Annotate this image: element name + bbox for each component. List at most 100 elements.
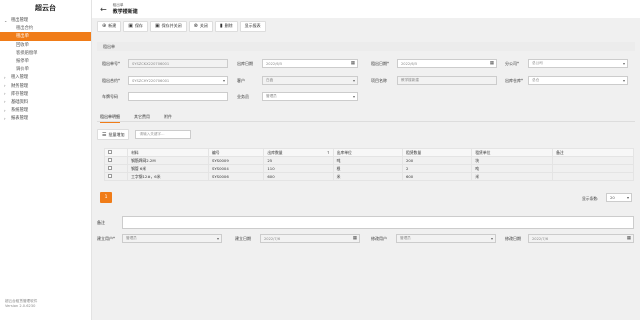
row-select-cell[interactable] <box>103 172 129 181</box>
save-close-button-label: 保存并关闭 <box>161 23 182 28</box>
branch-select[interactable]: 总公司 ▾ <box>528 59 628 68</box>
branch-label: 分公司* <box>505 61 519 66</box>
calendar-icon[interactable]: ▦ <box>490 61 494 66</box>
customer-field[interactable]: 白鑫 ▾ <box>262 76 358 85</box>
cell-note[interactable] <box>552 164 634 173</box>
save-icon: ▣ <box>154 23 160 29</box>
table-row[interactable]: 工字钢12#，6米 SYS0006 600 米 600 米 <box>103 172 634 181</box>
cell-note[interactable] <box>552 172 634 181</box>
modified-date-value: 2022/7/6 <box>532 236 549 241</box>
cell-material[interactable]: 工字钢12#，6米 <box>127 172 209 181</box>
cell-qty[interactable]: 110 <box>263 164 334 173</box>
creator-field[interactable]: 管理员 ▾ <box>122 234 222 243</box>
cell-material[interactable]: 钢筋焊网2.2M <box>127 156 209 165</box>
cell-unit[interactable]: 根 <box>332 164 403 173</box>
modifier-field[interactable]: 管理员 ▾ <box>396 234 496 243</box>
modifier-label: 修改用户 <box>371 236 387 241</box>
column-header[interactable]: 租赁单位 <box>471 148 554 157</box>
select-all-checkbox[interactable] <box>108 150 112 154</box>
project-field[interactable]: 教学楼新建 <box>397 76 497 85</box>
page-1-button[interactable]: 1 <box>100 192 112 203</box>
contract-select[interactable]: SYSZCHY220706001 ▾ <box>128 76 228 85</box>
column-header[interactable]: 材料 <box>127 148 209 157</box>
cell-rent-unit[interactable]: 米 <box>471 172 554 181</box>
sidebar-item-inventory[interactable]: › 库存管理 <box>0 90 91 98</box>
row-checkbox[interactable] <box>108 174 112 178</box>
table-row[interactable]: 钢筋焊网2.2M SYS0009 25 吨 200 块 <box>103 156 634 165</box>
save-close-button[interactable]: ▣ 保存并关闭 <box>149 20 187 32</box>
column-header[interactable]: 出库数量 ↑ <box>263 148 334 157</box>
sort-arrow-icon[interactable]: ↑ <box>326 150 329 155</box>
column-header[interactable]: 备注 <box>552 148 634 157</box>
sidebar-item-system[interactable]: › 系统管理 <box>0 106 91 114</box>
cell-rent-qty[interactable]: 600 <box>401 172 473 181</box>
show-report-button[interactable]: 显示报表 <box>239 20 266 32</box>
sidebar-item-suspend-order[interactable]: 报停单 <box>0 57 91 65</box>
sidebar-item-finance[interactable]: › 财务管理 <box>0 82 91 90</box>
cell-rent-unit[interactable]: 块 <box>471 156 554 165</box>
cell-unit[interactable]: 米 <box>332 172 403 181</box>
remarks-field[interactable] <box>122 216 634 229</box>
sidebar-item-price-adjust[interactable]: 调价单 <box>0 65 91 73</box>
warehouse-select[interactable]: 总仓 ▾ <box>528 76 628 85</box>
column-header[interactable]: 出库单位 <box>332 148 403 157</box>
batch-add-button[interactable]: ☰ 批量增加 <box>97 129 130 140</box>
cell-rent-qty[interactable]: 2 <box>401 164 473 173</box>
row-checkbox[interactable] <box>108 166 112 170</box>
out-date-field[interactable]: 2022/6/5 ▦ <box>262 59 358 68</box>
order-no-field[interactable]: SYSZCKX220706001 <box>128 59 228 68</box>
save-button-label: 保存 <box>134 23 143 28</box>
section-title: 租出单 <box>97 42 635 51</box>
sidebar-item-return-order[interactable]: 回收单 <box>0 41 91 49</box>
sidebar-item-reports[interactable]: › 报表管理 <box>0 114 91 122</box>
search-input[interactable]: 请输入关键字... <box>135 130 192 139</box>
new-button[interactable]: ⊕ 新建 <box>97 20 122 32</box>
detail-toolbar: ☰ 批量增加 请输入关键字... <box>97 129 192 140</box>
chevron-down-icon: ▾ <box>622 61 625 66</box>
vehicle-label: 车牌号码 <box>102 94 118 99</box>
modified-date-field[interactable]: 2022/7/6 ▦ <box>528 234 634 243</box>
cell-qty[interactable]: 25 <box>263 156 334 165</box>
sidebar-item-basic-data[interactable]: › 基础资料 <box>0 98 91 106</box>
sidebar-item-rent-in-management[interactable]: › 租入管理 <box>0 73 91 81</box>
vehicle-field[interactable] <box>128 92 228 101</box>
sidebar-item-rent-contract[interactable]: 租出合约 <box>0 24 91 32</box>
salesman-select[interactable]: 管理员 ▾ <box>262 92 358 101</box>
page-size-label: 显示条数: <box>582 196 599 201</box>
calendar-icon[interactable]: ▦ <box>353 236 357 241</box>
row-checkbox[interactable] <box>108 158 112 162</box>
cell-rent-qty[interactable]: 200 <box>401 156 473 165</box>
row-select-cell[interactable] <box>103 164 129 173</box>
salesman-value: 管理员 <box>266 94 277 98</box>
cell-code[interactable]: SYS0004 <box>207 164 265 173</box>
created-date-field[interactable]: 2022/7/6 ▦ <box>260 234 360 243</box>
salesman-label: 业务员 <box>237 94 249 99</box>
table-row[interactable]: 钢管 6米 SYS0004 110 根 2 吨 <box>103 164 634 173</box>
cell-note[interactable] <box>552 156 634 165</box>
calendar-icon[interactable]: ▦ <box>627 236 631 241</box>
cell-rent-unit[interactable]: 吨 <box>471 164 554 173</box>
sidebar-item-damage-order[interactable]: 客损赔偿单 <box>0 49 91 57</box>
column-header[interactable]: 租赁数量 <box>401 148 473 157</box>
cell-code[interactable]: SYS0006 <box>207 172 265 181</box>
save-button[interactable]: ▣ 保存 <box>123 20 148 32</box>
back-arrow-icon[interactable]: ← <box>100 5 107 14</box>
calendar-icon[interactable]: ▦ <box>351 61 355 66</box>
close-button-label: 关闭 <box>199 23 208 28</box>
creator-value: 管理员 <box>126 236 137 240</box>
cell-qty[interactable]: 600 <box>263 172 334 181</box>
column-header[interactable]: 编号 <box>207 148 265 157</box>
cell-unit[interactable]: 吨 <box>332 156 403 165</box>
sidebar-item-rent-order[interactable]: 租出单 <box>0 32 91 41</box>
select-all-cell[interactable] <box>103 148 129 157</box>
page-size-select[interactable]: 20 ▾ <box>606 193 632 202</box>
rent-start-field[interactable]: 2022/6/5 ▦ <box>397 59 497 68</box>
row-select-cell[interactable] <box>103 156 129 165</box>
cell-code[interactable]: SYS0009 <box>207 156 265 165</box>
cell-material[interactable]: 钢管 6米 <box>127 164 209 173</box>
sidebar-item-rent-out-management[interactable]: ⌄ 租出管理 <box>0 16 91 24</box>
close-button[interactable]: ⊗ 关闭 <box>188 20 213 32</box>
plus-icon: ⊕ <box>102 23 107 29</box>
delete-button[interactable]: ▮ 删除 <box>214 20 238 32</box>
contract-value: SYSZCHY220706001 <box>132 78 170 83</box>
